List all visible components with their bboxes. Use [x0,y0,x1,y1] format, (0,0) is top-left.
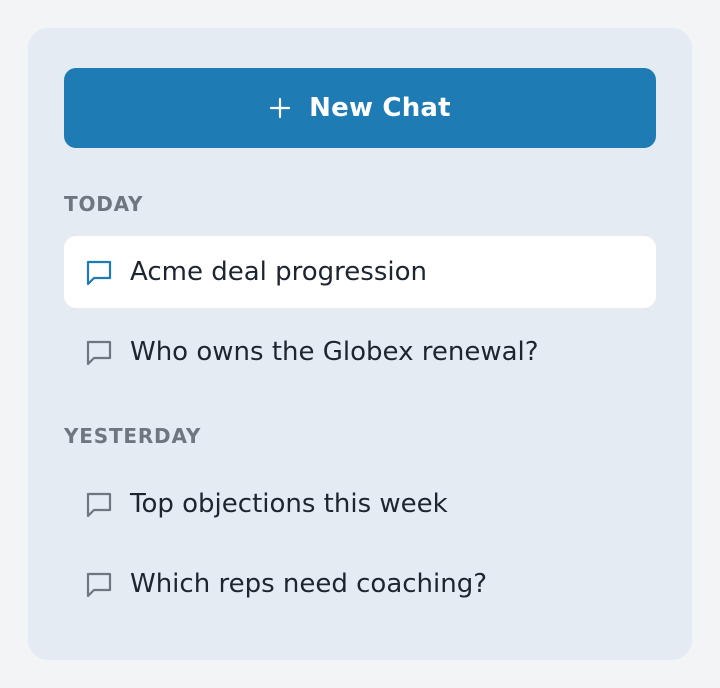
chat-bubble-icon [84,337,114,367]
chat-item-title: Who owns the Globex renewal? [130,337,539,367]
chat-bubble-icon [84,257,114,287]
section-label-today: TODAY [64,192,144,216]
chat-item-acme-deal-progression[interactable]: Acme deal progression [64,236,656,308]
new-chat-button[interactable]: New Chat [64,68,656,148]
chat-bubble-icon [84,569,114,599]
chat-bubble-icon [84,489,114,519]
section-label-yesterday: YESTERDAY [64,424,202,448]
chat-item-top-objections[interactable]: Top objections this week [64,468,656,540]
chat-item-title: Which reps need coaching? [130,569,488,599]
chat-history-sidebar: New Chat TODAY Acme deal progression Who… [28,28,692,660]
new-chat-label: New Chat [309,93,451,123]
chat-item-title: Acme deal progression [130,257,427,287]
chat-item-title: Top objections this week [130,489,448,519]
chat-item-reps-coaching[interactable]: Which reps need coaching? [64,548,656,620]
plus-icon [269,97,291,119]
chat-item-globex-renewal[interactable]: Who owns the Globex renewal? [64,316,656,388]
